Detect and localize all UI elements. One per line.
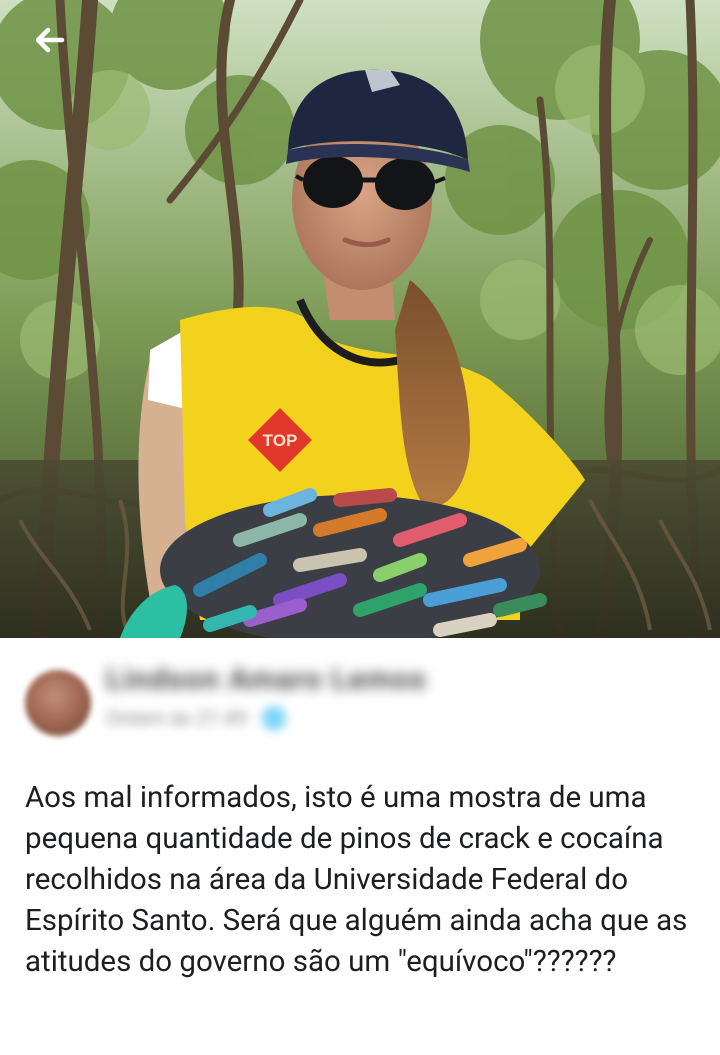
vest-badge-text: TOP xyxy=(263,431,298,450)
photo-illustration: TOP xyxy=(0,0,720,638)
post-photo[interactable]: TOP xyxy=(0,0,720,638)
post-timestamp[interactable]: Ontem às 21:49 · 🌐 xyxy=(106,706,286,730)
author-name[interactable]: Lindson Amaro Lemos xyxy=(106,662,427,697)
avatar[interactable] xyxy=(25,670,91,736)
back-button[interactable] xyxy=(30,20,80,60)
post-header: Lindson Amaro Lemos Ontem às 21:49 · 🌐 xyxy=(0,638,720,758)
arrow-left-icon xyxy=(35,27,65,53)
post-text: Aos mal informados, isto é uma mostra de… xyxy=(25,781,688,979)
